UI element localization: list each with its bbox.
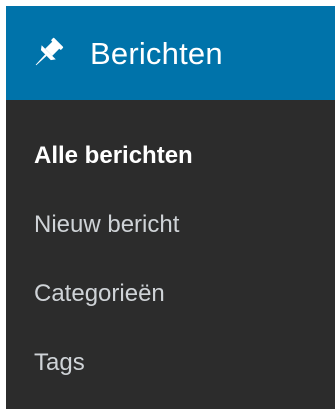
menu-item-posts[interactable]: Berichten [6,6,335,100]
submenu-posts: Alle berichten Nieuw bericht Categorieën… [6,100,335,416]
submenu-item-label: Alle berichten [34,142,193,169]
submenu-item-label: Categorieën [34,280,165,307]
submenu-item-label: Tags [34,349,85,376]
menu-item-posts-label: Berichten [90,35,223,71]
submenu-item-new-post[interactable]: Nieuw bericht [6,209,335,278]
submenu-item-tags[interactable]: Tags [6,347,335,416]
submenu-item-categories[interactable]: Categorieën [6,278,335,347]
submenu-item-label: Nieuw bericht [34,211,180,238]
pushpin-icon [28,33,68,73]
submenu-item-all-posts[interactable]: Alle berichten [6,140,335,209]
admin-menu-posts: Berichten Alle berichten Nieuw bericht C… [6,6,335,409]
